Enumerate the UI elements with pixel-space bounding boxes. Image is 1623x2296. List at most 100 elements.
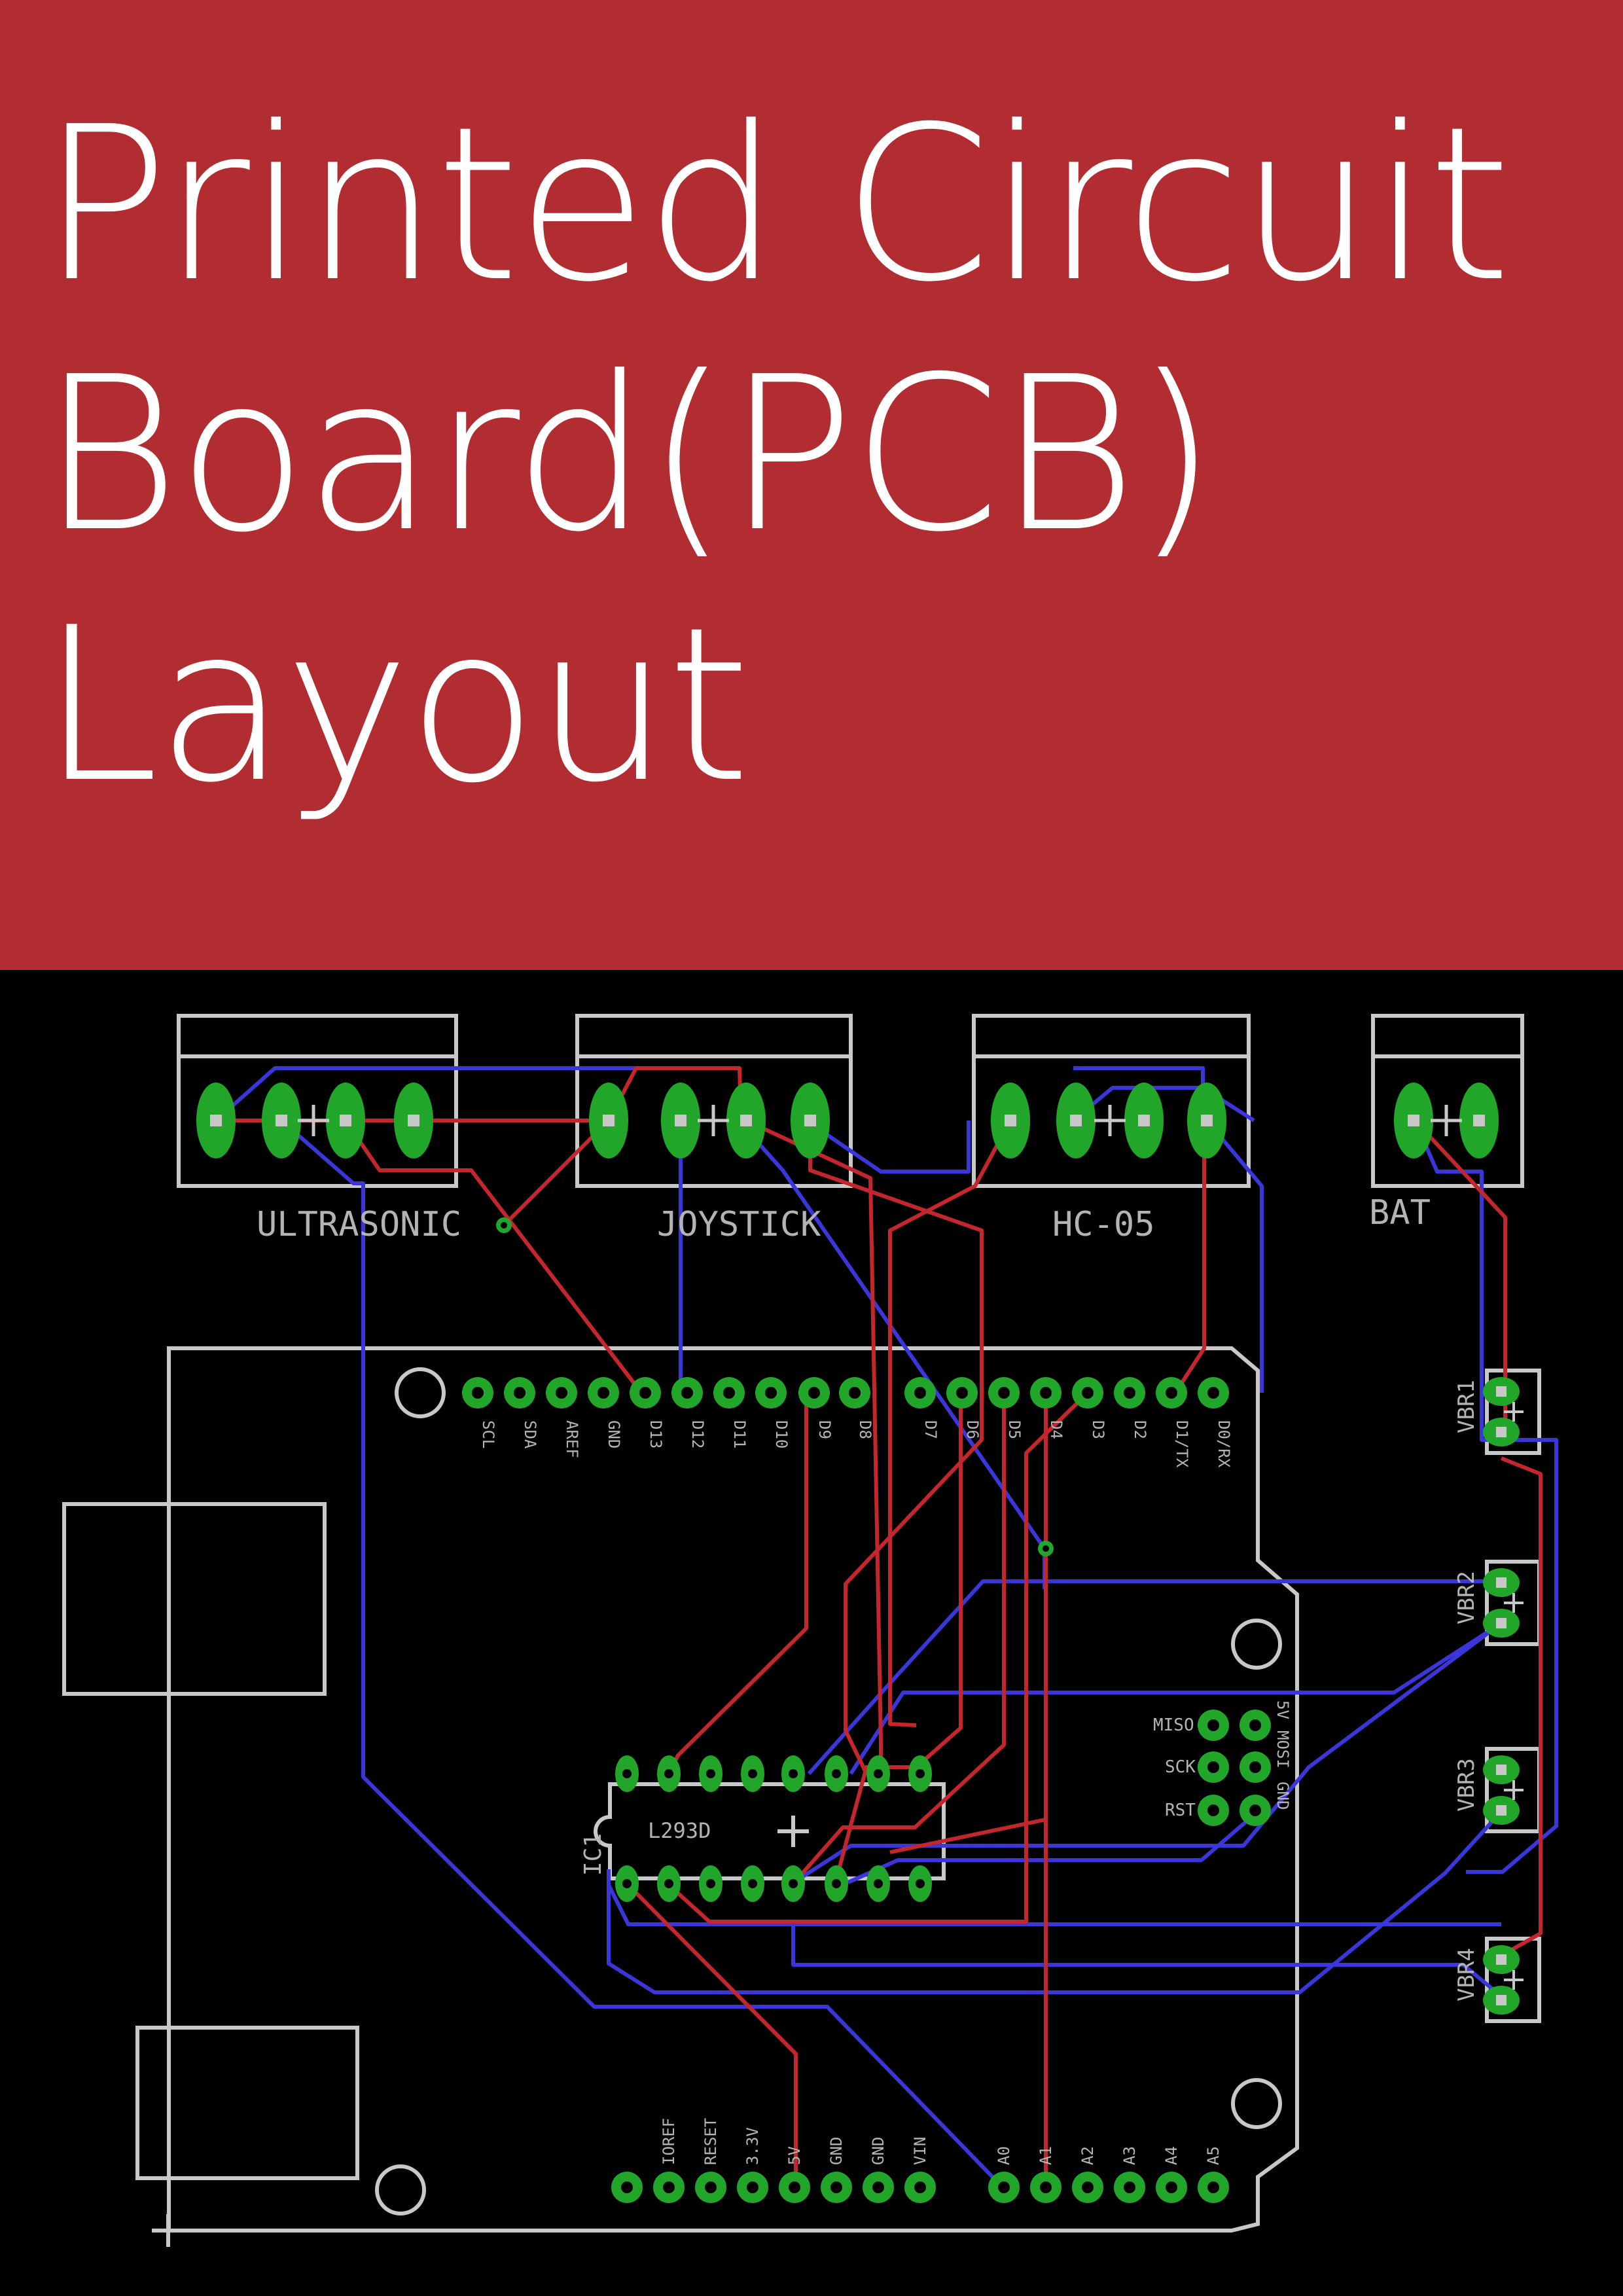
top-trace bbox=[667, 1393, 808, 1775]
vibration-motor-pad-hole bbox=[1496, 1386, 1507, 1397]
power-header-pad-hole bbox=[872, 2181, 884, 2193]
digital-header-pad-hole bbox=[1124, 1387, 1135, 1399]
analog-header-pad-hole bbox=[998, 2181, 1010, 2193]
analog-header-pad-hole bbox=[1082, 2181, 1094, 2193]
connector-label-ultrasonic: ULTRASONIC bbox=[257, 1205, 461, 1244]
top-trace bbox=[1173, 1121, 1206, 1394]
digital-header-pad-hole bbox=[956, 1387, 968, 1399]
digital-pin-label: D7 bbox=[921, 1420, 940, 1439]
connector-label-joystick: JOYSTICK bbox=[657, 1205, 821, 1244]
icsp-pad-hole bbox=[1249, 1804, 1261, 1816]
mounting-hole bbox=[1231, 1619, 1282, 1670]
ic1-pad-hole bbox=[622, 1769, 632, 1778]
analog-header-pad-hole bbox=[1207, 2181, 1219, 2193]
terminal-pad-hole bbox=[804, 1115, 816, 1126]
analog-header-pad-hole bbox=[1124, 2181, 1135, 2193]
analog-pin-label: A3 bbox=[1120, 2146, 1139, 2165]
power-header-pad-hole bbox=[747, 2181, 758, 2193]
digital-pin-label: GND bbox=[605, 1420, 623, 1448]
mounting-hole bbox=[395, 1367, 446, 1418]
top-trace bbox=[1500, 1456, 1543, 1958]
bottom-trace bbox=[1072, 1086, 1255, 1122]
digital-pin-label: D1/TX bbox=[1173, 1420, 1191, 1468]
terminal-pad-hole bbox=[740, 1115, 752, 1126]
power-pin-label: IOREF bbox=[660, 2118, 678, 2165]
digital-pin-label: D6 bbox=[963, 1420, 982, 1439]
digital-pin-label: AREF bbox=[563, 1420, 581, 1458]
terminal-pad-hole bbox=[210, 1115, 222, 1126]
terminal-pad-hole bbox=[340, 1115, 351, 1126]
vibration-motor-label-vbr4: VBR4 bbox=[1454, 1948, 1480, 2001]
analog-pin-label: A2 bbox=[1079, 2146, 1097, 2165]
ic1-pad-hole bbox=[664, 1879, 673, 1888]
ic1-pad-hole bbox=[748, 1769, 757, 1778]
analog-header-pad-hole bbox=[1166, 2181, 1177, 2193]
digital-header-pad-hole bbox=[514, 1387, 526, 1399]
terminal-block-outline bbox=[1371, 1014, 1524, 1188]
digital-header-pad-hole bbox=[1166, 1387, 1177, 1399]
connector-label-bat: BAT bbox=[1369, 1193, 1431, 1232]
digital-pin-label: D13 bbox=[647, 1420, 665, 1448]
ic1-pad-hole bbox=[916, 1879, 925, 1888]
via-hole bbox=[1043, 1545, 1049, 1552]
analog-pin-label: A1 bbox=[1037, 2146, 1055, 2165]
terminal-pad-hole bbox=[603, 1115, 615, 1126]
power-header-pad-hole bbox=[789, 2181, 800, 2193]
power-header-pad-hole bbox=[621, 2181, 633, 2193]
ic1-pad-hole bbox=[706, 1769, 715, 1778]
top-trace bbox=[1413, 1119, 1507, 1422]
usb-port-outline bbox=[62, 1502, 327, 1696]
ic1-pad-hole bbox=[789, 1879, 798, 1888]
digital-pin-label: D0/RX bbox=[1215, 1420, 1233, 1468]
bottom-trace bbox=[791, 1621, 1503, 1886]
digital-pin-label: SCL bbox=[479, 1420, 497, 1448]
digital-header-pad-hole bbox=[808, 1387, 820, 1399]
terminal-pad-hole bbox=[1201, 1115, 1213, 1126]
terminal-pad-hole bbox=[1005, 1115, 1016, 1126]
ic1-pad-hole bbox=[706, 1879, 715, 1888]
digital-header-pad-hole bbox=[723, 1387, 735, 1399]
ic1-pad-hole bbox=[789, 1769, 798, 1778]
ic1-pad-hole bbox=[874, 1769, 883, 1778]
power-pin-label: 5V bbox=[785, 2146, 804, 2165]
ic1-pad-hole bbox=[832, 1879, 841, 1888]
digital-header-pad-hole bbox=[765, 1387, 777, 1399]
digital-pin-label: D5 bbox=[1005, 1420, 1024, 1439]
ic1-center-cross bbox=[777, 1816, 809, 1847]
terminal-pad-hole bbox=[1408, 1115, 1419, 1126]
power-header-pad-hole bbox=[914, 2181, 926, 2193]
arduino-outline bbox=[167, 1346, 1299, 2233]
digital-pin-label: D4 bbox=[1047, 1420, 1065, 1439]
terminal-plus-mark bbox=[1431, 1105, 1462, 1136]
digital-header-pad-hole bbox=[849, 1387, 861, 1399]
top-trace bbox=[888, 1119, 1012, 1727]
icsp-pad-hole bbox=[1207, 1761, 1219, 1773]
digital-pin-label: D10 bbox=[772, 1420, 791, 1448]
digital-header-pad-hole bbox=[914, 1387, 926, 1399]
digital-header-pad-hole bbox=[556, 1387, 567, 1399]
icsp-label-rst: RST bbox=[1165, 1801, 1196, 1820]
terminal-pad-hole bbox=[675, 1115, 687, 1126]
bottom-trace bbox=[280, 1119, 1005, 2189]
bottom-trace bbox=[807, 1579, 1501, 1776]
pads-layer bbox=[196, 1083, 1524, 2203]
ic1-part-label: L293D bbox=[648, 1818, 711, 1843]
pcb-layout-board: ULTRASONIC JOYSTICK HC-05 BAT VBR1 VBR2 VBR3 VB… bbox=[0, 970, 1623, 2296]
ic1-pad-hole bbox=[622, 1879, 632, 1888]
digital-header-pad-hole bbox=[597, 1387, 609, 1399]
icsp-pad-hole bbox=[1249, 1719, 1261, 1731]
terminal-pad-hole bbox=[276, 1115, 287, 1126]
terminal-plus-mark bbox=[1094, 1105, 1126, 1136]
vibration-motor-pad-hole bbox=[1496, 1954, 1507, 1965]
icsp-label-gnd: GND bbox=[1274, 1782, 1292, 1810]
power-pin-label: VIN bbox=[911, 2137, 929, 2165]
ic1-pad-hole bbox=[748, 1879, 757, 1888]
icsp-label-miso: MISO bbox=[1153, 1715, 1194, 1735]
vibration-motor-pad-hole bbox=[1496, 1765, 1507, 1775]
title-line-3: Layout bbox=[41, 581, 751, 829]
vibration-motor-pad-hole bbox=[1496, 1427, 1507, 1437]
vibration-motor-label-vbr2: VBR2 bbox=[1454, 1571, 1480, 1624]
icsp-label-mosi: MOSI bbox=[1274, 1731, 1292, 1768]
power-pin-label: GND bbox=[827, 2137, 846, 2165]
digital-pin-label: SDA bbox=[521, 1420, 539, 1449]
